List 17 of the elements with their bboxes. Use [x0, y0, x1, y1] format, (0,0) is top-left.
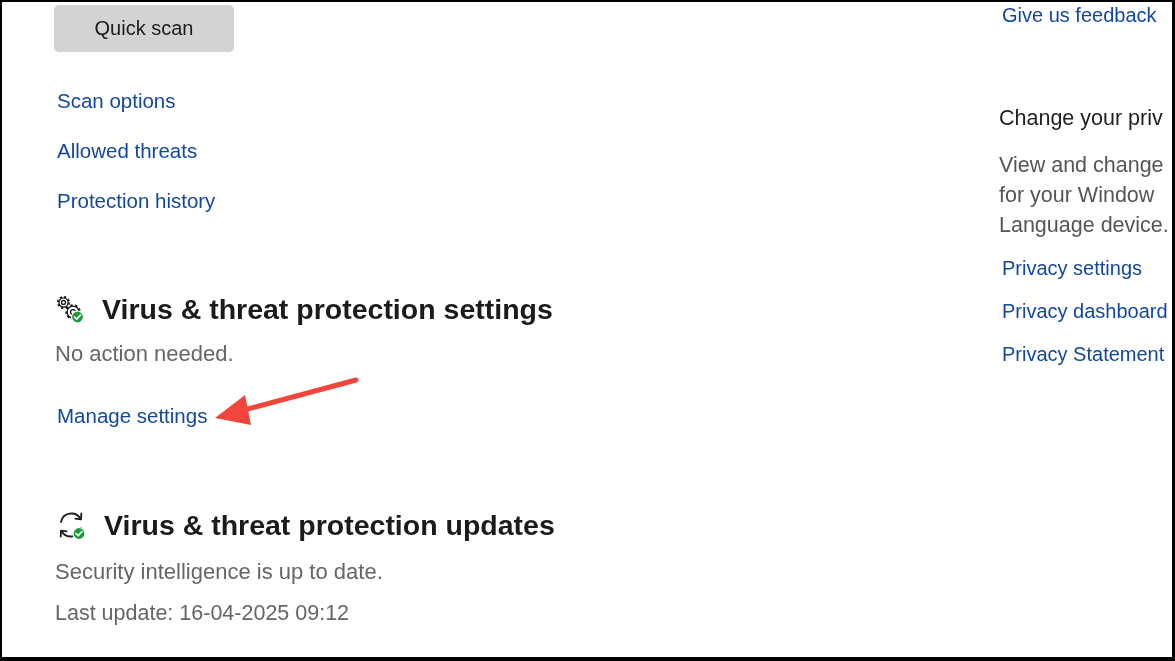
status-text: No action needed. [54, 341, 235, 367]
link[interactable]: Protection history [57, 188, 216, 214]
last-update-text: Last update: 16-04-2025 09:12 [54, 600, 351, 626]
link[interactable]: Give us feedback [1002, 2, 1157, 28]
link[interactable]: Scan options [57, 88, 176, 114]
link[interactable]: Privacy Statement [1002, 341, 1165, 367]
description-text: View and change for your Window Language device. [998, 152, 1170, 239]
section-heading: Virus & threat protection updates [104, 508, 555, 543]
link[interactable]: Manage settings [57, 403, 208, 429]
link[interactable]: Privacy dashboard [1002, 298, 1168, 324]
link[interactable]: Allowed threats [57, 138, 198, 164]
link[interactable]: Privacy settings [1002, 255, 1143, 281]
quick-scan-button[interactable]: Quick scan [54, 5, 234, 52]
gears-check-icon [56, 295, 84, 323]
section-heading: Change your priv [998, 105, 1164, 131]
section-heading: Virus & threat protection settings [102, 292, 553, 327]
status-text: Security intelligence is up to date. [54, 559, 384, 585]
